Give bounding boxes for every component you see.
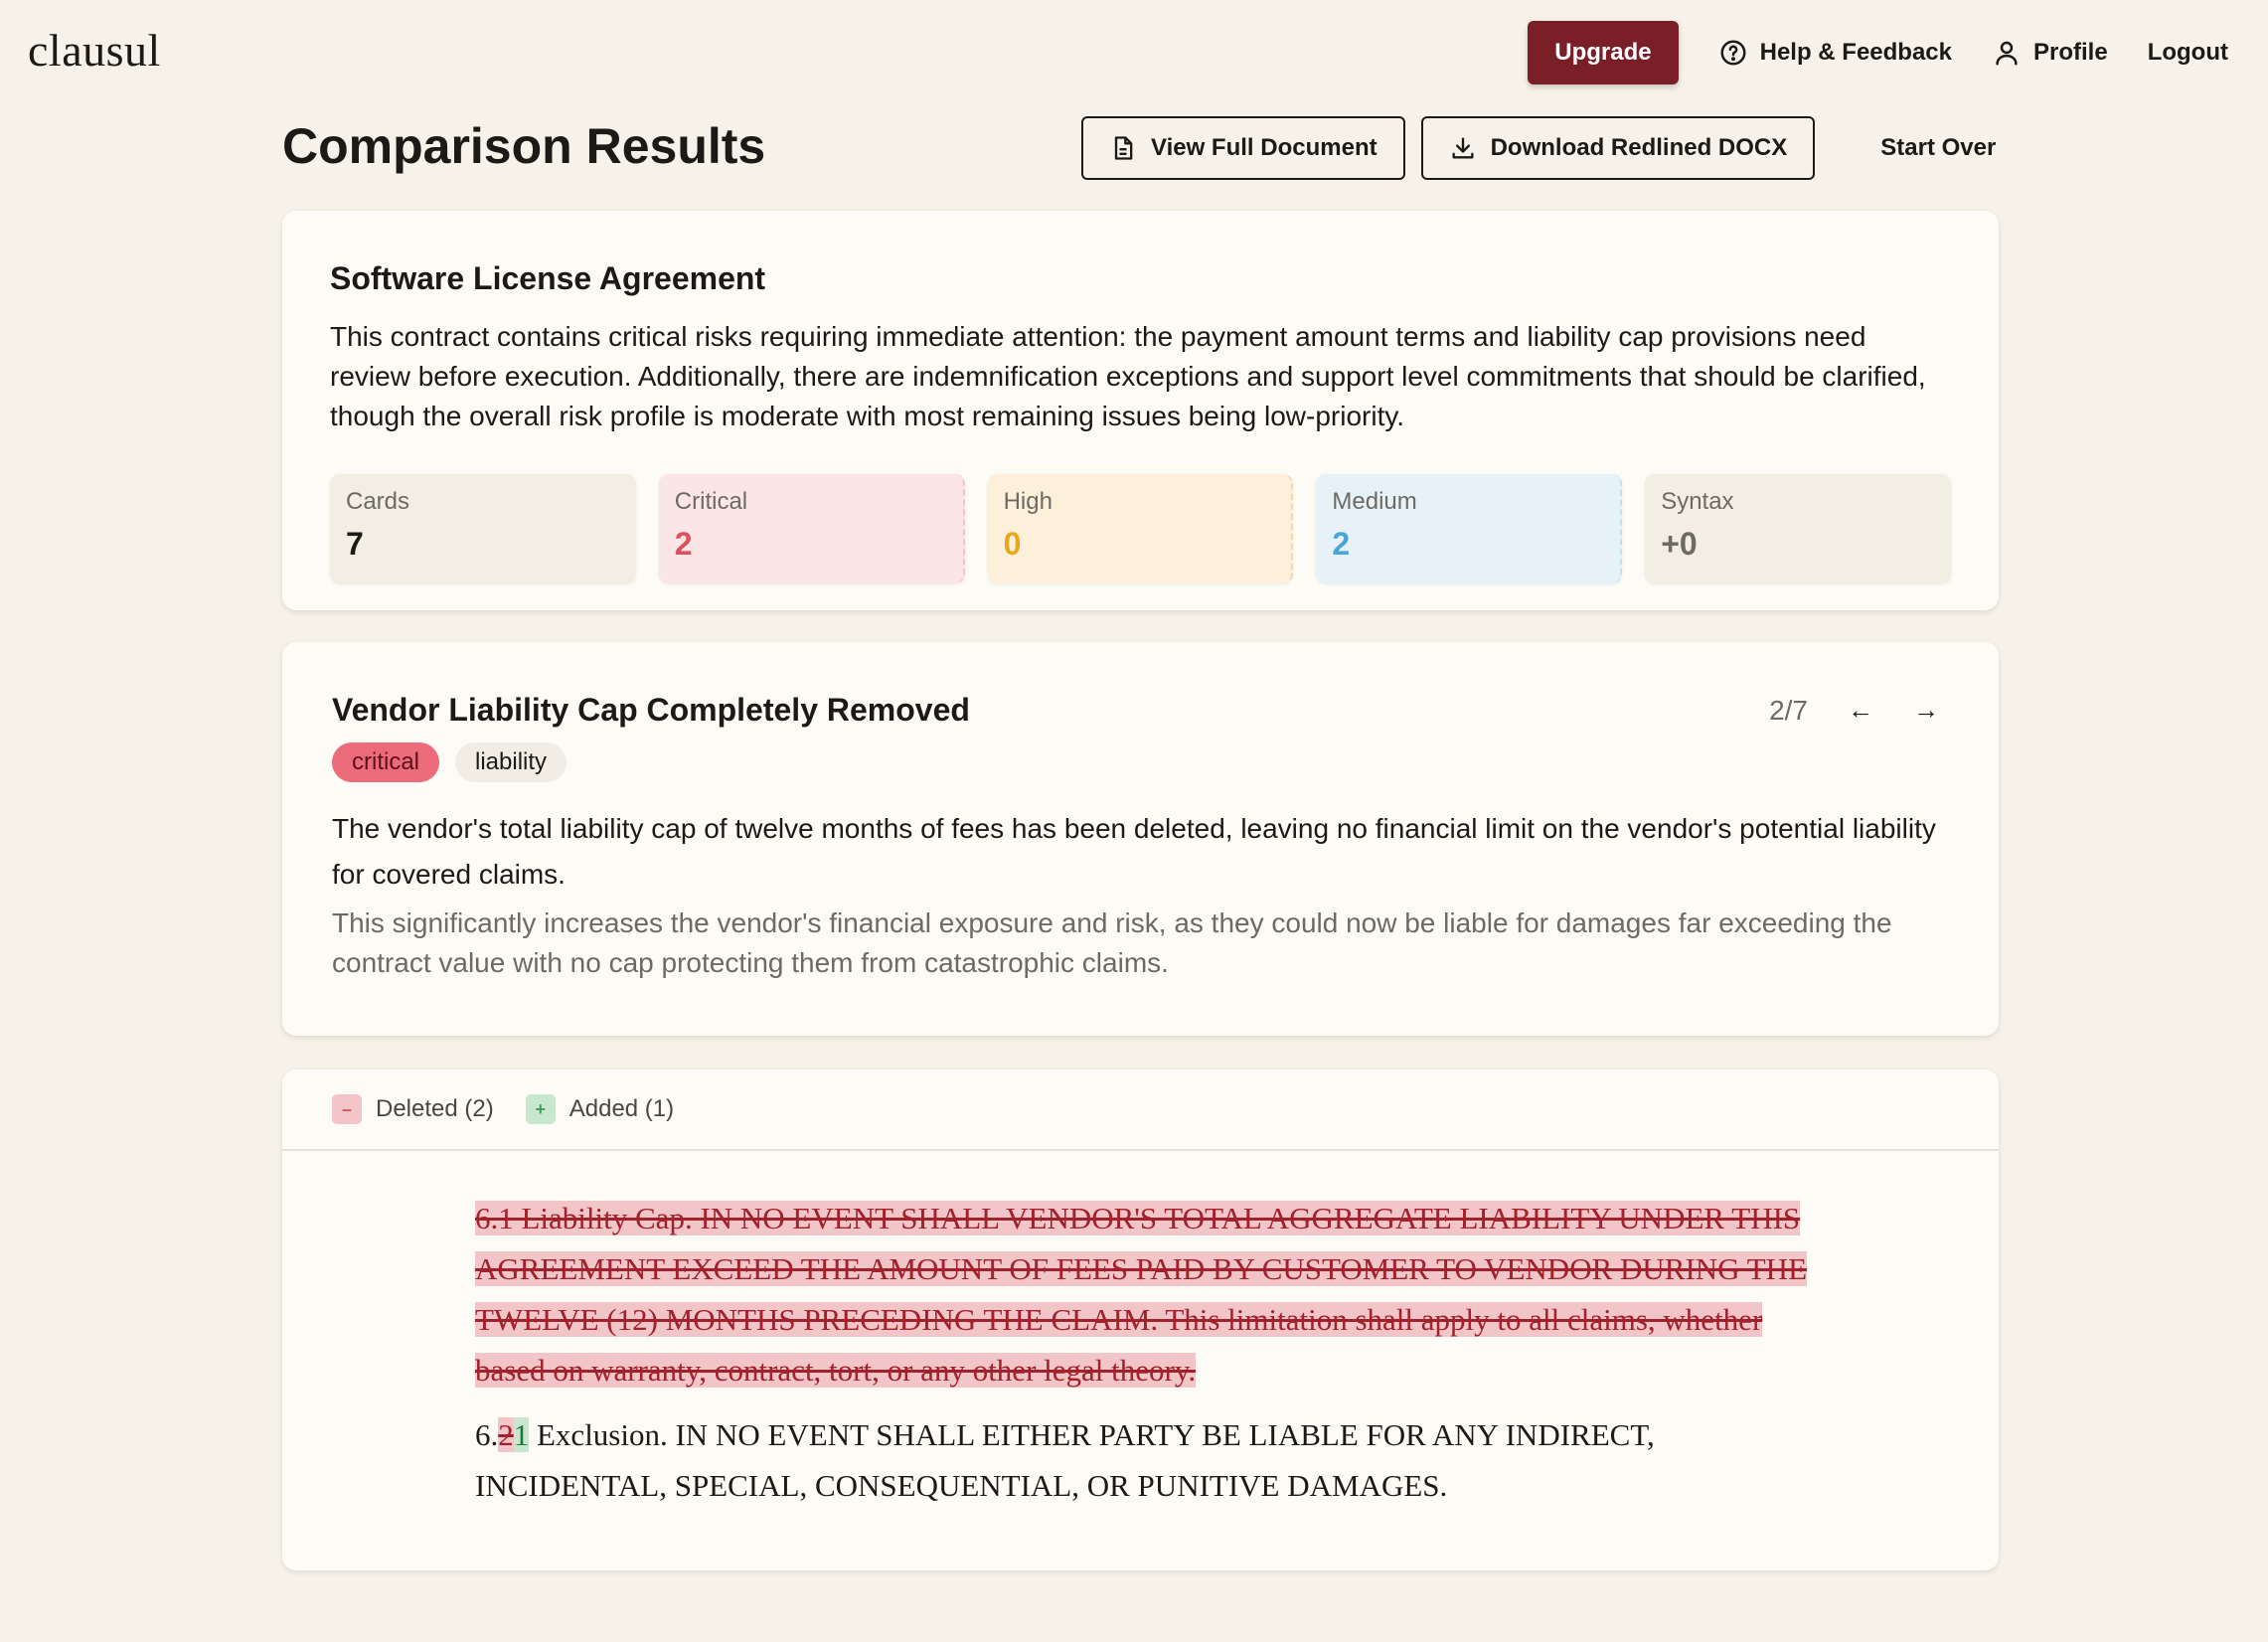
deleted-text: 6.1 Liability Cap. IN NO EVENT SHALL VEN… [475,1201,1808,1388]
stat-cards[interactable]: Cards 7 [330,474,636,583]
view-full-document-label: View Full Document [1151,134,1377,161]
inline-added-text: 1 [513,1417,530,1452]
top-bar: clausul Upgrade Help & Feedback Profile … [0,0,2268,105]
view-full-document-button[interactable]: View Full Document [1081,116,1405,180]
stat-syntax-value: +0 [1661,526,1698,562]
stats-row: Cards 7 Critical 2 High 0 Medium 2 Synta… [330,474,1951,583]
download-icon [1452,137,1474,159]
issue-impact: This significantly increases the vendor'… [332,907,1892,978]
document-icon [1114,136,1133,160]
kept-prefix: 6. [475,1417,499,1452]
issue-card: Vendor Liability Cap Completely Removed … [282,642,1999,1036]
profile-link[interactable]: Profile [1992,38,2108,68]
minus-icon: – [332,1094,362,1124]
stat-high-value: 0 [1003,526,1022,562]
header-actions: View Full Document Download Redlined DOC… [1081,116,1996,180]
diff-body: 6.1 Liability Cap. IN NO EVENT SHALL VEN… [282,1151,1808,1511]
summary-text: This contract contains critical risks re… [330,321,1926,431]
diff-legend: – Deleted (2) + Added (1) [282,1069,1999,1151]
legend-added[interactable]: + Added (1) [525,1094,675,1124]
summary-card: Software License Agreement This contract… [282,211,1999,610]
legend-added-label: Added (1) [568,1095,675,1122]
issue-pager: 2/7 ← → [1769,695,1939,727]
stat-cards-label: Cards [346,488,410,515]
issue-description: The vendor's total liability cap of twel… [332,813,1936,890]
stat-high-label: High [1003,488,1053,515]
arrow-left-icon[interactable]: ← [1848,695,1873,726]
issue-title: Vendor Liability Cap Completely Removed [332,692,970,728]
start-over-button[interactable]: Start Over [1880,134,1996,162]
stat-critical[interactable]: Critical 2 [658,474,965,583]
logout-link[interactable]: Logout [2148,39,2228,67]
help-circle-icon [1720,40,1746,66]
top-nav: Upgrade Help & Feedback Profile Logout [1528,21,2228,84]
profile-label: Profile [2033,39,2108,66]
arrow-right-icon[interactable]: → [1913,695,1939,726]
stat-medium[interactable]: Medium 2 [1316,474,1623,583]
stat-syntax[interactable]: Syntax +0 [1645,474,1951,583]
severity-badge: critical [332,742,440,782]
issue-tags: critical liability [332,742,1949,782]
stat-medium-label: Medium [1332,488,1417,515]
stat-cards-value: 7 [346,526,364,562]
download-redlined-label: Download Redlined DOCX [1490,134,1788,161]
issue-header: Vendor Liability Cap Completely Removed … [332,692,1949,729]
help-feedback-label: Help & Feedback [1759,39,1953,66]
app-logo[interactable]: clausul [28,24,161,77]
stat-medium-value: 2 [1332,526,1351,562]
help-feedback-link[interactable]: Help & Feedback [1718,38,1952,68]
document-title: Software License Agreement [330,260,766,296]
user-icon [1996,41,2018,66]
kept-paragraph: 6.21 Exclusion. IN NO EVENT SHALL EITHER… [475,1409,1807,1511]
stat-high[interactable]: High 0 [987,474,1294,583]
issue-position: 2/7 [1769,694,1808,726]
stat-critical-value: 2 [674,526,693,562]
inline-deleted-text: 2 [498,1417,514,1452]
diff-card: – Deleted (2) + Added (1) 6.1 Liability … [282,1069,1999,1570]
legend-deleted-label: Deleted (2) [376,1095,494,1122]
download-redlined-button[interactable]: Download Redlined DOCX [1420,116,1816,180]
page-title: Comparison Results [282,118,766,174]
kept-rest: Exclusion. IN NO EVENT SHALL EITHER PART… [475,1417,1655,1503]
plus-icon: + [525,1094,556,1124]
category-badge: liability [455,742,567,782]
deleted-paragraph: 6.1 Liability Cap. IN NO EVENT SHALL VEN… [475,1193,1808,1396]
legend-deleted[interactable]: – Deleted (2) [332,1094,494,1124]
stat-syntax-label: Syntax [1661,488,1734,515]
stat-critical-label: Critical [674,488,748,515]
upgrade-button[interactable]: Upgrade [1528,21,1679,84]
